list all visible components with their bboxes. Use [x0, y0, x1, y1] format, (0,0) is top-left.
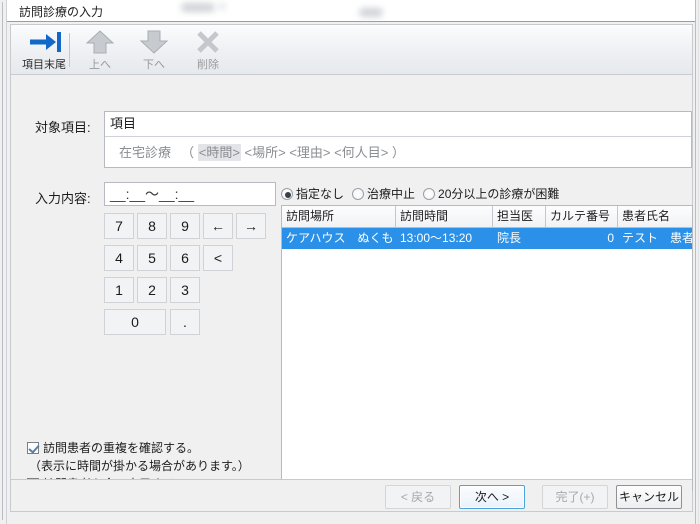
- window-frame-left: [2, 2, 3, 520]
- keypad-key-9[interactable]: 9: [170, 213, 200, 239]
- target-item-label: 対象項目:: [35, 120, 91, 135]
- table-row[interactable]: ケアハウス ぬくもり 13:00～13:20 院長 0 テスト 患者: [282, 228, 692, 249]
- input-content-label: 入力内容:: [35, 191, 91, 206]
- footer-bar: < 戻る 次へ > 完了(+) キャンセル: [11, 480, 692, 511]
- template-tag-time: <時間>: [197, 144, 241, 161]
- checkbox-duplicate-check-label: 訪問患者の重複を確認する。: [43, 441, 200, 455]
- redacted-text-blur-1: [181, 3, 215, 12]
- radio-treatment-stop-label: 治療中止: [367, 187, 416, 202]
- toolbar-button-item-end-label: 項目末尾: [22, 59, 66, 71]
- cell-chart-no: 0: [607, 231, 614, 245]
- cell-doctor: 院長: [497, 231, 522, 245]
- visit-type-radio-group: 指定なし 治療中止 20分以上の診療が困難: [281, 185, 567, 203]
- radio-treatment-stop[interactable]: 治療中止: [352, 185, 415, 202]
- toolbar-button-delete[interactable]: 削除: [181, 28, 235, 72]
- toolbar-separator: [69, 33, 70, 67]
- toolbar-button-item-end[interactable]: 項目末尾: [17, 28, 71, 72]
- redacted-text-blur-3: [359, 8, 383, 17]
- checkbox-note-text: （表示に時間が掛かる場合があります。）: [29, 459, 250, 473]
- checkbox-box-icon: [27, 442, 39, 454]
- keypad-key-3[interactable]: 3: [170, 277, 200, 303]
- cell-place: ケアハウス ぬくもり: [286, 231, 396, 245]
- toolbar: 項目末尾 上へ 下へ 削除: [11, 25, 692, 75]
- table-header-place[interactable]: 訪問場所: [282, 206, 396, 227]
- radio-no-designation[interactable]: 指定なし: [281, 185, 344, 202]
- cancel-button[interactable]: キャンセル: [616, 485, 682, 509]
- radio-over-20min-difficult-label: 20分以上の診療が困難: [438, 187, 560, 202]
- template-rest: <場所> <理由> <何人目> ）: [240, 145, 405, 160]
- keypad-key-7[interactable]: 7: [104, 213, 134, 239]
- keypad-key-dot[interactable]: .: [170, 309, 200, 335]
- target-item-header: 項目: [105, 112, 691, 136]
- radio-dot-icon: [281, 188, 293, 201]
- table-header-row: 訪問場所 訪問時間 担当医 カルテ番号 患者氏名: [282, 206, 692, 228]
- radio-no-designation-label: 指定なし: [296, 187, 345, 202]
- input-content-field[interactable]: __:__～__:__: [104, 182, 276, 206]
- cell-time: 13:00～13:20: [400, 231, 473, 245]
- target-item-template: 在宅診療 （ <時間> <場所> <理由> <何人目> ）: [105, 137, 691, 168]
- table-header-time[interactable]: 訪問時間: [396, 206, 493, 227]
- keypad-key-4[interactable]: 4: [104, 245, 134, 271]
- radio-over-20min-difficult[interactable]: 20分以上の診療が困難: [423, 185, 559, 202]
- toolbar-button-move-down-label: 下へ: [143, 59, 165, 71]
- keypad-key-8[interactable]: 8: [137, 213, 167, 239]
- keypad-key-0[interactable]: 0: [104, 309, 166, 335]
- radio-dot-icon: [352, 188, 365, 201]
- keypad-key-right[interactable]: →: [236, 213, 266, 239]
- target-item-box[interactable]: 項目 在宅診療 （ <時間> <場所> <理由> <何人目> ）: [104, 111, 692, 168]
- next-button[interactable]: 次へ >: [459, 485, 525, 509]
- keypad-key-6[interactable]: 6: [170, 245, 200, 271]
- back-button[interactable]: < 戻る: [385, 485, 451, 509]
- template-prefix: 在宅診療 （: [119, 145, 198, 160]
- window-frame-left-inner: [6, 0, 7, 524]
- toolbar-button-move-up[interactable]: 上へ: [73, 28, 127, 72]
- table-header-chart-no[interactable]: カルテ番号: [546, 206, 618, 227]
- toolbar-button-move-up-label: 上へ: [89, 59, 111, 71]
- cell-patient: テスト 患者: [622, 231, 692, 245]
- keypad-key-left[interactable]: ←: [203, 213, 233, 239]
- arrow-right-to-bar-icon: [17, 29, 71, 55]
- toolbar-button-move-down[interactable]: 下へ: [127, 28, 181, 72]
- dialog-body: 項目末尾 上へ 下へ 削除 対象項目: 項目 在宅診療 （ <時間> <場所> …: [10, 24, 693, 512]
- table-header-doctor[interactable]: 担当医: [493, 206, 546, 227]
- keypad-key-backspace[interactable]: <: [203, 245, 233, 271]
- keypad-key-2[interactable]: 2: [137, 277, 167, 303]
- redacted-text-blur-2: [219, 3, 225, 10]
- dialog-window: 訪問診療の入力 項目末尾 上へ 下へ 削除 対象項目: 項目 在宅診療 （ <時…: [0, 0, 700, 524]
- keypad-key-5[interactable]: 5: [137, 245, 167, 271]
- arrow-down-icon: [127, 29, 181, 55]
- title-bar: 訪問診療の入力: [7, 0, 695, 22]
- toolbar-button-delete-label: 削除: [197, 59, 219, 71]
- window-frame-right: [695, 0, 696, 524]
- finish-button[interactable]: 完了(+): [542, 485, 608, 509]
- radio-dot-icon: [423, 188, 436, 201]
- window-frame-right-outer: [698, 0, 699, 524]
- arrow-up-icon: [73, 29, 127, 55]
- close-x-icon: [181, 29, 235, 55]
- table-header-patient[interactable]: 患者氏名: [618, 206, 692, 227]
- window-title: 訪問診療の入力: [19, 5, 104, 19]
- checkbox-duplicate-check[interactable]: 訪問患者の重複を確認する。: [27, 439, 199, 456]
- visit-list-table[interactable]: 訪問場所 訪問時間 担当医 カルテ番号 患者氏名 ケアハウス ぬくもり 13:0…: [281, 205, 693, 491]
- keypad-key-1[interactable]: 1: [104, 277, 134, 303]
